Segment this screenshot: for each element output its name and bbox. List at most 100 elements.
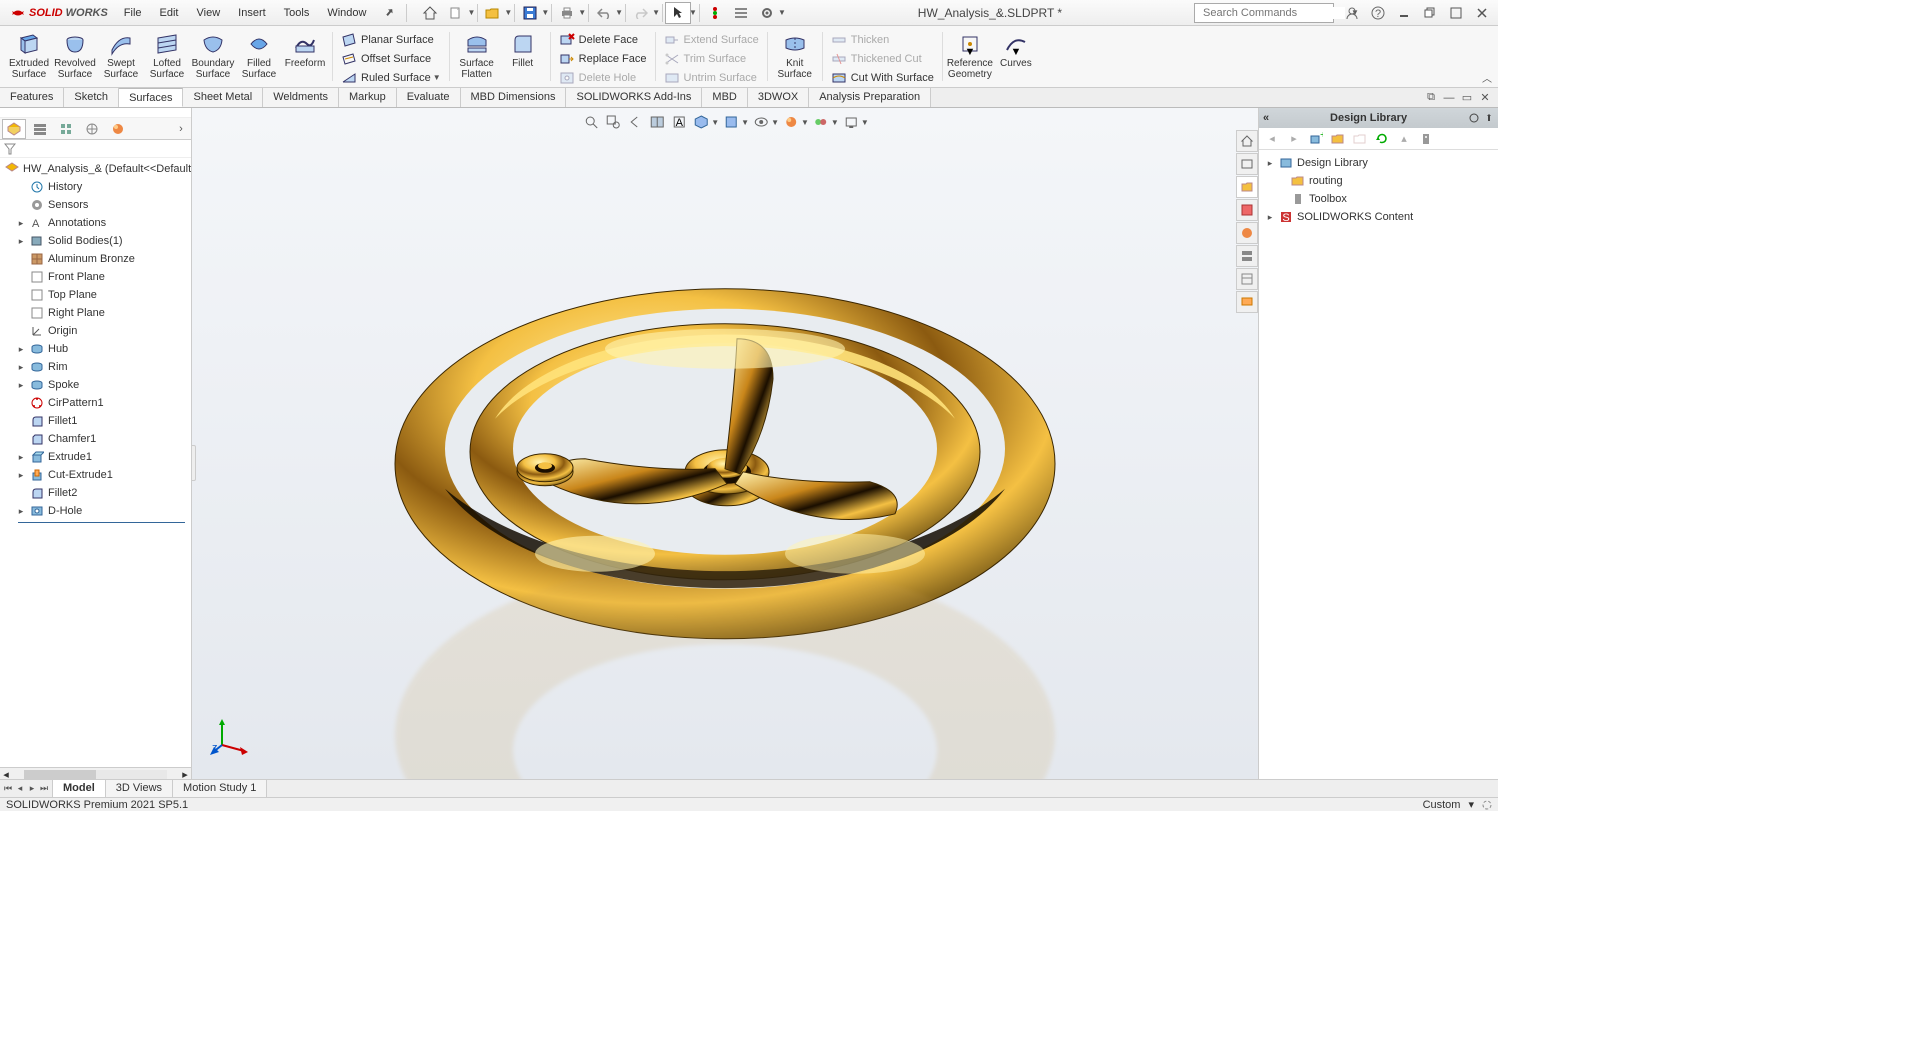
menu-view[interactable]: View [189, 3, 229, 23]
tree-history[interactable]: History [0, 178, 191, 196]
tab-nav[interactable]: ⏮◂▸⏭ [0, 780, 53, 797]
dynamic-annotation-icon[interactable]: A [669, 112, 689, 132]
offset-surface-button[interactable]: Offset Surface [337, 49, 445, 68]
lib-routing[interactable]: routing [1261, 172, 1496, 190]
lib-sw-content[interactable]: ▸SSOLIDWORKS Content [1261, 208, 1496, 226]
tab-analysis-prep[interactable]: Analysis Preparation [809, 88, 931, 107]
tree-sensors[interactable]: Sensors [0, 196, 191, 214]
resources-tab-icon[interactable] [1236, 153, 1258, 175]
dropdown-caret[interactable]: ▼ [578, 8, 586, 17]
help-icon[interactable]: ? [1366, 3, 1390, 23]
select-cursor-icon[interactable] [665, 2, 691, 24]
print-icon[interactable] [554, 2, 580, 24]
tree-solid-bodies[interactable]: ▸Solid Bodies(1) [0, 232, 191, 250]
tree-fillet2[interactable]: Fillet2 [0, 484, 191, 502]
status-caret[interactable]: ▾ [1468, 798, 1474, 811]
collapse-panel-icon[interactable]: « [1263, 112, 1269, 124]
panel-expand-icon[interactable]: › [173, 123, 189, 135]
refresh-icon[interactable] [1373, 130, 1391, 148]
new-folder-icon[interactable] [1351, 130, 1369, 148]
tab-3dwox[interactable]: 3DWOX [748, 88, 809, 107]
tree-annotations[interactable]: ▸AAnnotations [0, 214, 191, 232]
tab-sketch[interactable]: Sketch [64, 88, 119, 107]
appearance-icon[interactable] [781, 112, 801, 132]
tree-spoke[interactable]: ▸Spoke [0, 376, 191, 394]
taskpane-settings-icon[interactable] [1468, 112, 1480, 124]
view-palette-tab-icon[interactable] [1236, 222, 1258, 244]
zoom-area-icon[interactable] [603, 112, 623, 132]
tree-root[interactable]: HW_Analysis_& (Default<<Default>_Dis [0, 160, 191, 178]
tree-dhole[interactable]: ▸D-Hole [0, 502, 191, 520]
menu-tools[interactable]: Tools [276, 3, 318, 23]
tab-mbd[interactable]: MBD [702, 88, 747, 107]
lib-toolbox[interactable]: Toolbox [1261, 190, 1496, 208]
rebuild-icon[interactable] [702, 2, 728, 24]
tree-origin[interactable]: Origin [0, 322, 191, 340]
menu-file[interactable]: File [116, 3, 150, 23]
tab-mbd-dimensions[interactable]: MBD Dimensions [461, 88, 567, 107]
fillet-button[interactable]: Fillet [500, 30, 546, 71]
maximize-icon[interactable] [1444, 3, 1468, 23]
curves-button[interactable]: ▼Curves [993, 30, 1039, 71]
pin-menu-icon[interactable] [376, 2, 402, 24]
forward-icon[interactable]: ▸ [1285, 130, 1303, 148]
ribbon-collapse-icon[interactable]: ︿ [1482, 70, 1492, 85]
extruded-surface-button[interactable]: Extruded Surface [6, 30, 52, 82]
dropdown-caret[interactable]: ▼ [541, 8, 549, 17]
configuration-manager-tab-icon[interactable] [54, 119, 78, 139]
add-location-icon[interactable]: + [1307, 130, 1325, 148]
tree-extrude1[interactable]: ▸Extrude1 [0, 448, 191, 466]
save-icon[interactable] [517, 2, 543, 24]
swept-surface-button[interactable]: Swept Surface [98, 30, 144, 82]
custom-props-tab-icon[interactable] [1236, 268, 1258, 290]
bottom-tab-3dviews[interactable]: 3D Views [106, 780, 173, 797]
search-input[interactable] [1203, 7, 1345, 19]
tree-front-plane[interactable]: Front Plane [0, 268, 191, 286]
doc-popout-icon[interactable]: ⧉ [1424, 91, 1438, 105]
home-icon[interactable] [417, 2, 443, 24]
cut-with-surface-button[interactable]: Cut With Surface [827, 68, 938, 87]
graphics-viewport[interactable]: A ▼ ▼ ▼ ▼ ▼ ▼ [192, 108, 1258, 781]
redo-icon[interactable] [628, 2, 654, 24]
previous-view-icon[interactable] [625, 112, 645, 132]
reference-geometry-button[interactable]: ▼Reference Geometry [947, 30, 993, 82]
add-folder-icon[interactable] [1329, 130, 1347, 148]
tree-fillet1[interactable]: Fillet1 [0, 412, 191, 430]
doc-close-icon[interactable]: ✕ [1478, 91, 1492, 105]
display-style-icon[interactable] [721, 112, 741, 132]
tab-surfaces[interactable]: Surfaces [119, 88, 183, 107]
tree-top-plane[interactable]: Top Plane [0, 286, 191, 304]
zoom-fit-icon[interactable] [581, 112, 601, 132]
config-toolbox-icon[interactable] [1417, 130, 1435, 148]
bottom-tab-motion[interactable]: Motion Study 1 [173, 780, 267, 797]
knit-surface-button[interactable]: Knit Surface [772, 30, 818, 82]
settings-gear-icon[interactable] [754, 2, 780, 24]
appearances-tab-icon[interactable] [1236, 245, 1258, 267]
taskpane-pin-icon[interactable] [1484, 113, 1494, 123]
dropdown-caret[interactable]: ▼ [467, 8, 475, 17]
delete-face-button[interactable]: Delete Face [555, 30, 651, 49]
menu-edit[interactable]: Edit [152, 3, 187, 23]
freeform-button[interactable]: Freeform [282, 30, 328, 71]
menu-insert[interactable]: Insert [230, 3, 274, 23]
tab-addins[interactable]: SOLIDWORKS Add-Ins [566, 88, 702, 107]
dropdown-caret[interactable]: ▼ [615, 8, 623, 17]
surface-flatten-button[interactable]: Surface Flatten [454, 30, 500, 82]
dim-manager-tab-icon[interactable] [80, 119, 104, 139]
back-icon[interactable]: ◂ [1263, 130, 1281, 148]
lib-design-library[interactable]: ▸Design Library [1261, 154, 1496, 172]
status-units[interactable]: Custom [1423, 799, 1461, 811]
replace-face-button[interactable]: Replace Face [555, 49, 651, 68]
up-icon[interactable]: ▴ [1395, 130, 1413, 148]
doc-minimize-icon[interactable]: — [1442, 91, 1456, 105]
tab-markup[interactable]: Markup [339, 88, 397, 107]
design-library-tab-icon[interactable] [1236, 176, 1258, 198]
options-list-icon[interactable] [728, 2, 754, 24]
hide-show-icon[interactable] [751, 112, 771, 132]
revolved-surface-button[interactable]: Revolved Surface [52, 30, 98, 82]
tree-right-plane[interactable]: Right Plane [0, 304, 191, 322]
forum-tab-icon[interactable] [1236, 291, 1258, 313]
tree-hub[interactable]: ▸Hub [0, 340, 191, 358]
tree-rim[interactable]: ▸Rim [0, 358, 191, 376]
tree-chamfer1[interactable]: Chamfer1 [0, 430, 191, 448]
